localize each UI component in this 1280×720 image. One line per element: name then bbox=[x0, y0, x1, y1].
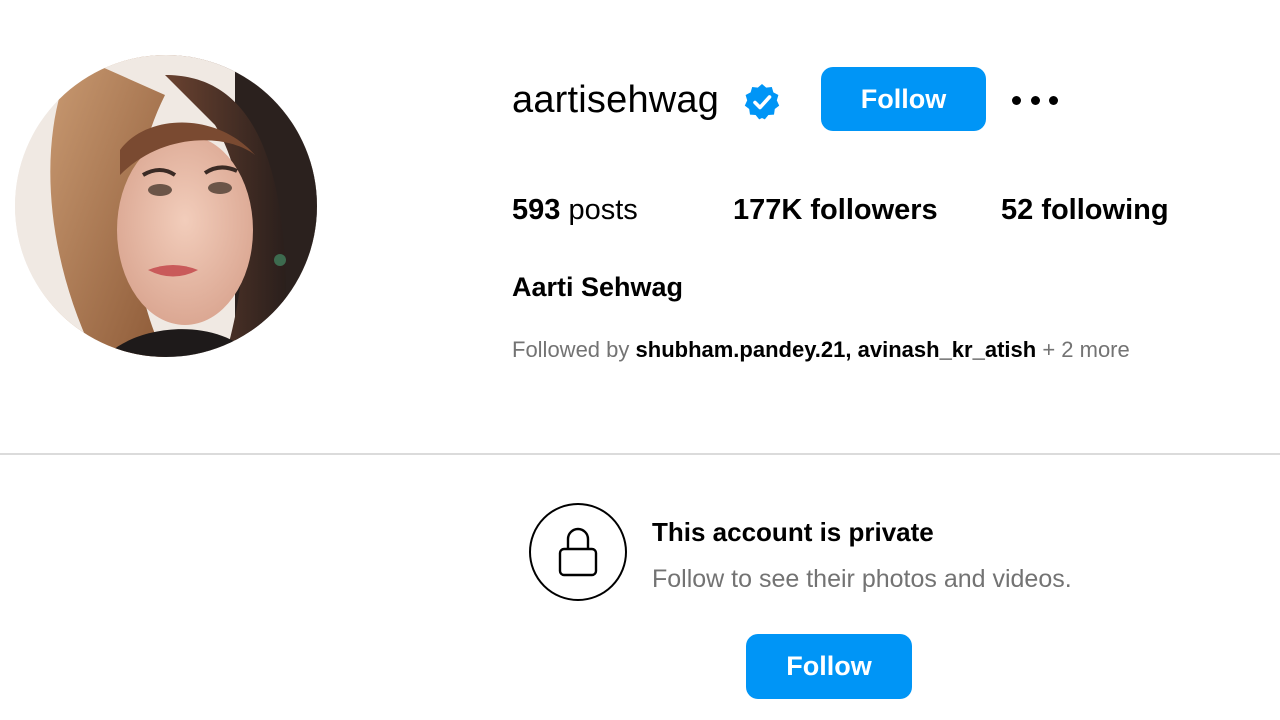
private-account-title: This account is private bbox=[652, 517, 934, 547]
section-divider bbox=[0, 453, 1280, 455]
followed-by-line[interactable]: Followed by shubham.pandey.21, avinash_k… bbox=[512, 334, 1130, 366]
dot-icon bbox=[1012, 95, 1021, 105]
private-account-subtitle: Follow to see their photos and videos. bbox=[652, 565, 1072, 593]
more-options-icon[interactable] bbox=[1012, 88, 1058, 112]
lock-icon bbox=[529, 503, 627, 601]
posts-count: 593 posts bbox=[512, 190, 638, 230]
avatar-photo bbox=[15, 55, 317, 357]
posts-label: posts bbox=[568, 194, 638, 226]
verified-badge-icon bbox=[744, 84, 780, 120]
profile-username: aartisehwag bbox=[512, 79, 720, 121]
dot-icon bbox=[1030, 95, 1040, 105]
profile-avatar[interactable] bbox=[15, 55, 317, 357]
followed-by-prefix: Followed by bbox=[512, 337, 630, 362]
following-link[interactable]: 52 following bbox=[1001, 190, 1169, 230]
posts-number: 593 bbox=[512, 194, 561, 226]
follow-button[interactable]: Follow bbox=[821, 67, 986, 131]
follower-name[interactable]: avinash_kr_atish bbox=[858, 337, 1037, 362]
dot-icon bbox=[1049, 95, 1058, 105]
follower-separator: , bbox=[845, 337, 852, 362]
follower-name[interactable]: shubham.pandey.21 bbox=[636, 337, 846, 362]
lock-glyph bbox=[558, 527, 598, 577]
followed-by-more[interactable]: + 2 more bbox=[1042, 337, 1129, 362]
followers-link[interactable]: 177K followers bbox=[733, 190, 938, 230]
profile-full-name: Aarti Sehwag bbox=[512, 272, 684, 302]
follow-button-private[interactable]: Follow bbox=[746, 634, 912, 699]
